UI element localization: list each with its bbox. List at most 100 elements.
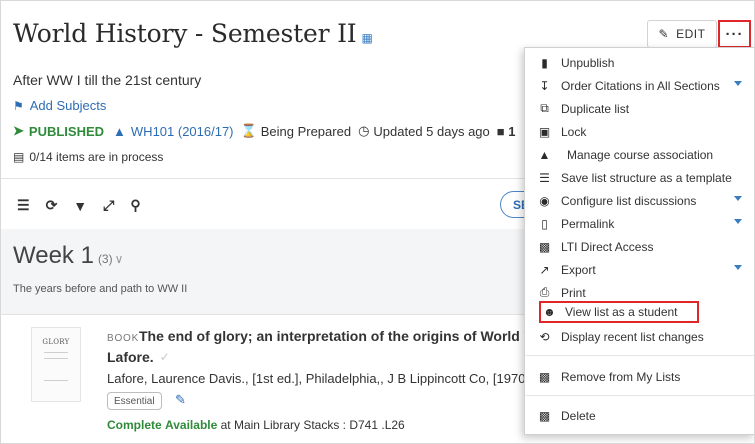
course-link[interactable]: ▲ WH101 (2016/17)	[113, 124, 234, 139]
preparation-label: Being Prepared	[260, 123, 352, 139]
caret-down-icon	[734, 81, 742, 86]
more-actions-button[interactable]: ···	[718, 20, 751, 48]
edit-button-label: EDIT	[676, 27, 706, 41]
menu-item-label: Remove from My Lists	[561, 369, 681, 384]
menu-item-export[interactable]: ↗ Export	[525, 259, 754, 280]
menu-item-view-as-student[interactable]: ☻ View list as a student	[539, 301, 699, 323]
menu-item-label: Duplicate list	[561, 101, 630, 116]
citation-author-short: Lafore.	[107, 349, 154, 365]
book-cover-thumbnail[interactable]: GLORY	[31, 327, 81, 402]
menu-item-label: Delete	[561, 408, 596, 423]
menu-item-label: Configure list discussions	[561, 193, 697, 208]
graduation-cap-icon: ▲	[538, 147, 551, 162]
clock-icon: ◷	[358, 123, 370, 138]
location-label: at Main Library Stacks : D741 .L26	[220, 418, 405, 432]
export-icon: ↗	[539, 262, 550, 277]
edit-button[interactable]: ✎ EDIT	[647, 20, 717, 48]
list-description: After WW I till the 21st century	[13, 72, 202, 88]
items-count: ■ 1	[497, 124, 516, 139]
add-subjects-link[interactable]: ⚑ Add Subjects	[13, 98, 106, 113]
citation-metadata: Lafore, Laurence Davis., [1st ed.], Phil…	[107, 371, 530, 386]
book-stack-icon: ■	[496, 123, 505, 139]
caret-down-icon	[734, 219, 742, 224]
menu-item-lti-direct-access[interactable]: ▩ LTI Direct Access	[525, 236, 754, 257]
caret-down-icon	[734, 265, 742, 270]
search-icon[interactable]: ⚲	[130, 197, 140, 214]
menu-divider	[525, 355, 754, 356]
menu-item-label: Manage course association	[567, 147, 714, 162]
process-status: ▤ 0/14 items are in process	[13, 150, 163, 164]
collapse-icon[interactable]: ⤢	[103, 197, 114, 214]
send-icon: ➤	[13, 123, 24, 138]
book-cover-title: GLORY	[42, 338, 70, 346]
menu-item-permalink[interactable]: ▯ Permalink	[525, 213, 754, 234]
menu-item-lock[interactable]: ▣ Lock	[525, 121, 754, 142]
menu-item-label: Print	[561, 285, 586, 300]
menu-item-delete[interactable]: ▩ Delete	[525, 405, 754, 426]
tags-icon: ⚑	[13, 98, 24, 113]
book-icon: ▦	[361, 31, 373, 45]
link-file-icon: ▯	[541, 216, 548, 231]
status-bar: ➤ PUBLISHED ▲ WH101 (2016/17) ⌛ Being Pr…	[13, 123, 516, 139]
menu-item-label: Permalink	[561, 216, 615, 231]
trash-icon: ▩	[538, 369, 551, 384]
list-view-icon[interactable]: ☰	[17, 197, 30, 214]
menu-item-label: Display recent list changes	[561, 329, 704, 344]
menu-divider	[525, 395, 754, 396]
menu-item-label: LTI Direct Access	[561, 239, 654, 254]
page-title: World History - Semester II	[13, 19, 357, 48]
menu-item-print[interactable]: ⎙ Print	[525, 282, 754, 303]
availability-status: Complete Available at Main Library Stack…	[107, 418, 405, 432]
user-icon: ☻	[543, 305, 556, 319]
cover-line	[44, 352, 68, 353]
caret-down-icon	[734, 196, 742, 201]
menu-item-configure-discussions[interactable]: ◉ Configure list discussions	[525, 190, 754, 211]
chevron-down-icon[interactable]: ∨	[115, 252, 124, 266]
cover-line	[44, 380, 68, 381]
add-subjects-label: Add Subjects	[29, 98, 107, 113]
graduation-cap-icon: ▲	[113, 123, 126, 139]
file-icon: ▮	[541, 55, 548, 70]
menu-item-recent-changes[interactable]: ⟲ Display recent list changes	[525, 326, 754, 347]
menu-item-save-template[interactable]: ☰ Save list structure as a template	[525, 167, 754, 188]
menu-item-unpublish[interactable]: ▮ Unpublish	[525, 52, 754, 73]
section-count: (3)	[97, 252, 113, 266]
citation-title-continued[interactable]: Lafore. ✓	[107, 349, 170, 365]
refresh-icon[interactable]: ⟳	[46, 197, 58, 214]
edit-tag-icon[interactable]: ✎	[175, 392, 186, 408]
published-status[interactable]: ➤ PUBLISHED	[13, 123, 104, 139]
menu-item-manage-course[interactable]: ▲ Manage course association	[525, 144, 754, 165]
list-header: World History - Semester II ▦	[13, 19, 373, 48]
pencil-icon: ✎	[658, 27, 670, 41]
reading-list-page: World History - Semester II ▦ ✎ EDIT ···…	[0, 0, 755, 444]
published-label: PUBLISHED	[28, 123, 105, 139]
essential-tag[interactable]: Essential	[107, 392, 162, 410]
copy-icon: ⧉	[540, 101, 549, 115]
comments-icon: ◉	[539, 193, 550, 208]
cover-line	[44, 358, 68, 359]
print-icon: ⎙	[539, 285, 550, 299]
menu-item-label: Export	[561, 262, 596, 277]
checkmark-icon[interactable]: ✓	[160, 350, 170, 364]
menu-item-order-citations[interactable]: ↧ Order Citations in All Sections	[525, 75, 754, 96]
external-square-icon: ▩	[538, 239, 551, 254]
menu-item-label: Save list structure as a template	[561, 170, 732, 185]
citation-title[interactable]: The end of glory; an interpretation of t…	[139, 328, 537, 344]
complete-label: Complete	[107, 418, 162, 432]
menu-item-remove-from-my-lists[interactable]: ▩ Remove from My Lists	[525, 366, 754, 387]
available-label[interactable]: Available	[165, 418, 217, 432]
process-label: 0/14 items are in process	[29, 150, 164, 164]
sort-icon: ↧	[539, 78, 550, 93]
preparation-status[interactable]: ⌛ Being Prepared	[241, 123, 352, 139]
citation-type: BOOK	[107, 333, 140, 344]
menu-item-duplicate-list[interactable]: ⧉ Duplicate list	[525, 98, 754, 119]
updated-status: ◷ Updated 5 days ago	[358, 123, 490, 139]
filter-icon[interactable]: ▼	[73, 198, 87, 214]
menu-item-label: View list as a student	[565, 305, 678, 319]
menu-item-label: Unpublish	[561, 55, 615, 70]
menu-item-label: Lock	[561, 124, 587, 139]
items-count-label: 1	[508, 123, 516, 139]
section-description: The years before and path to WW II	[13, 283, 188, 295]
course-label: WH101 (2016/17)	[130, 123, 234, 139]
section-title[interactable]: Week 1 (3) ∨	[13, 242, 123, 270]
